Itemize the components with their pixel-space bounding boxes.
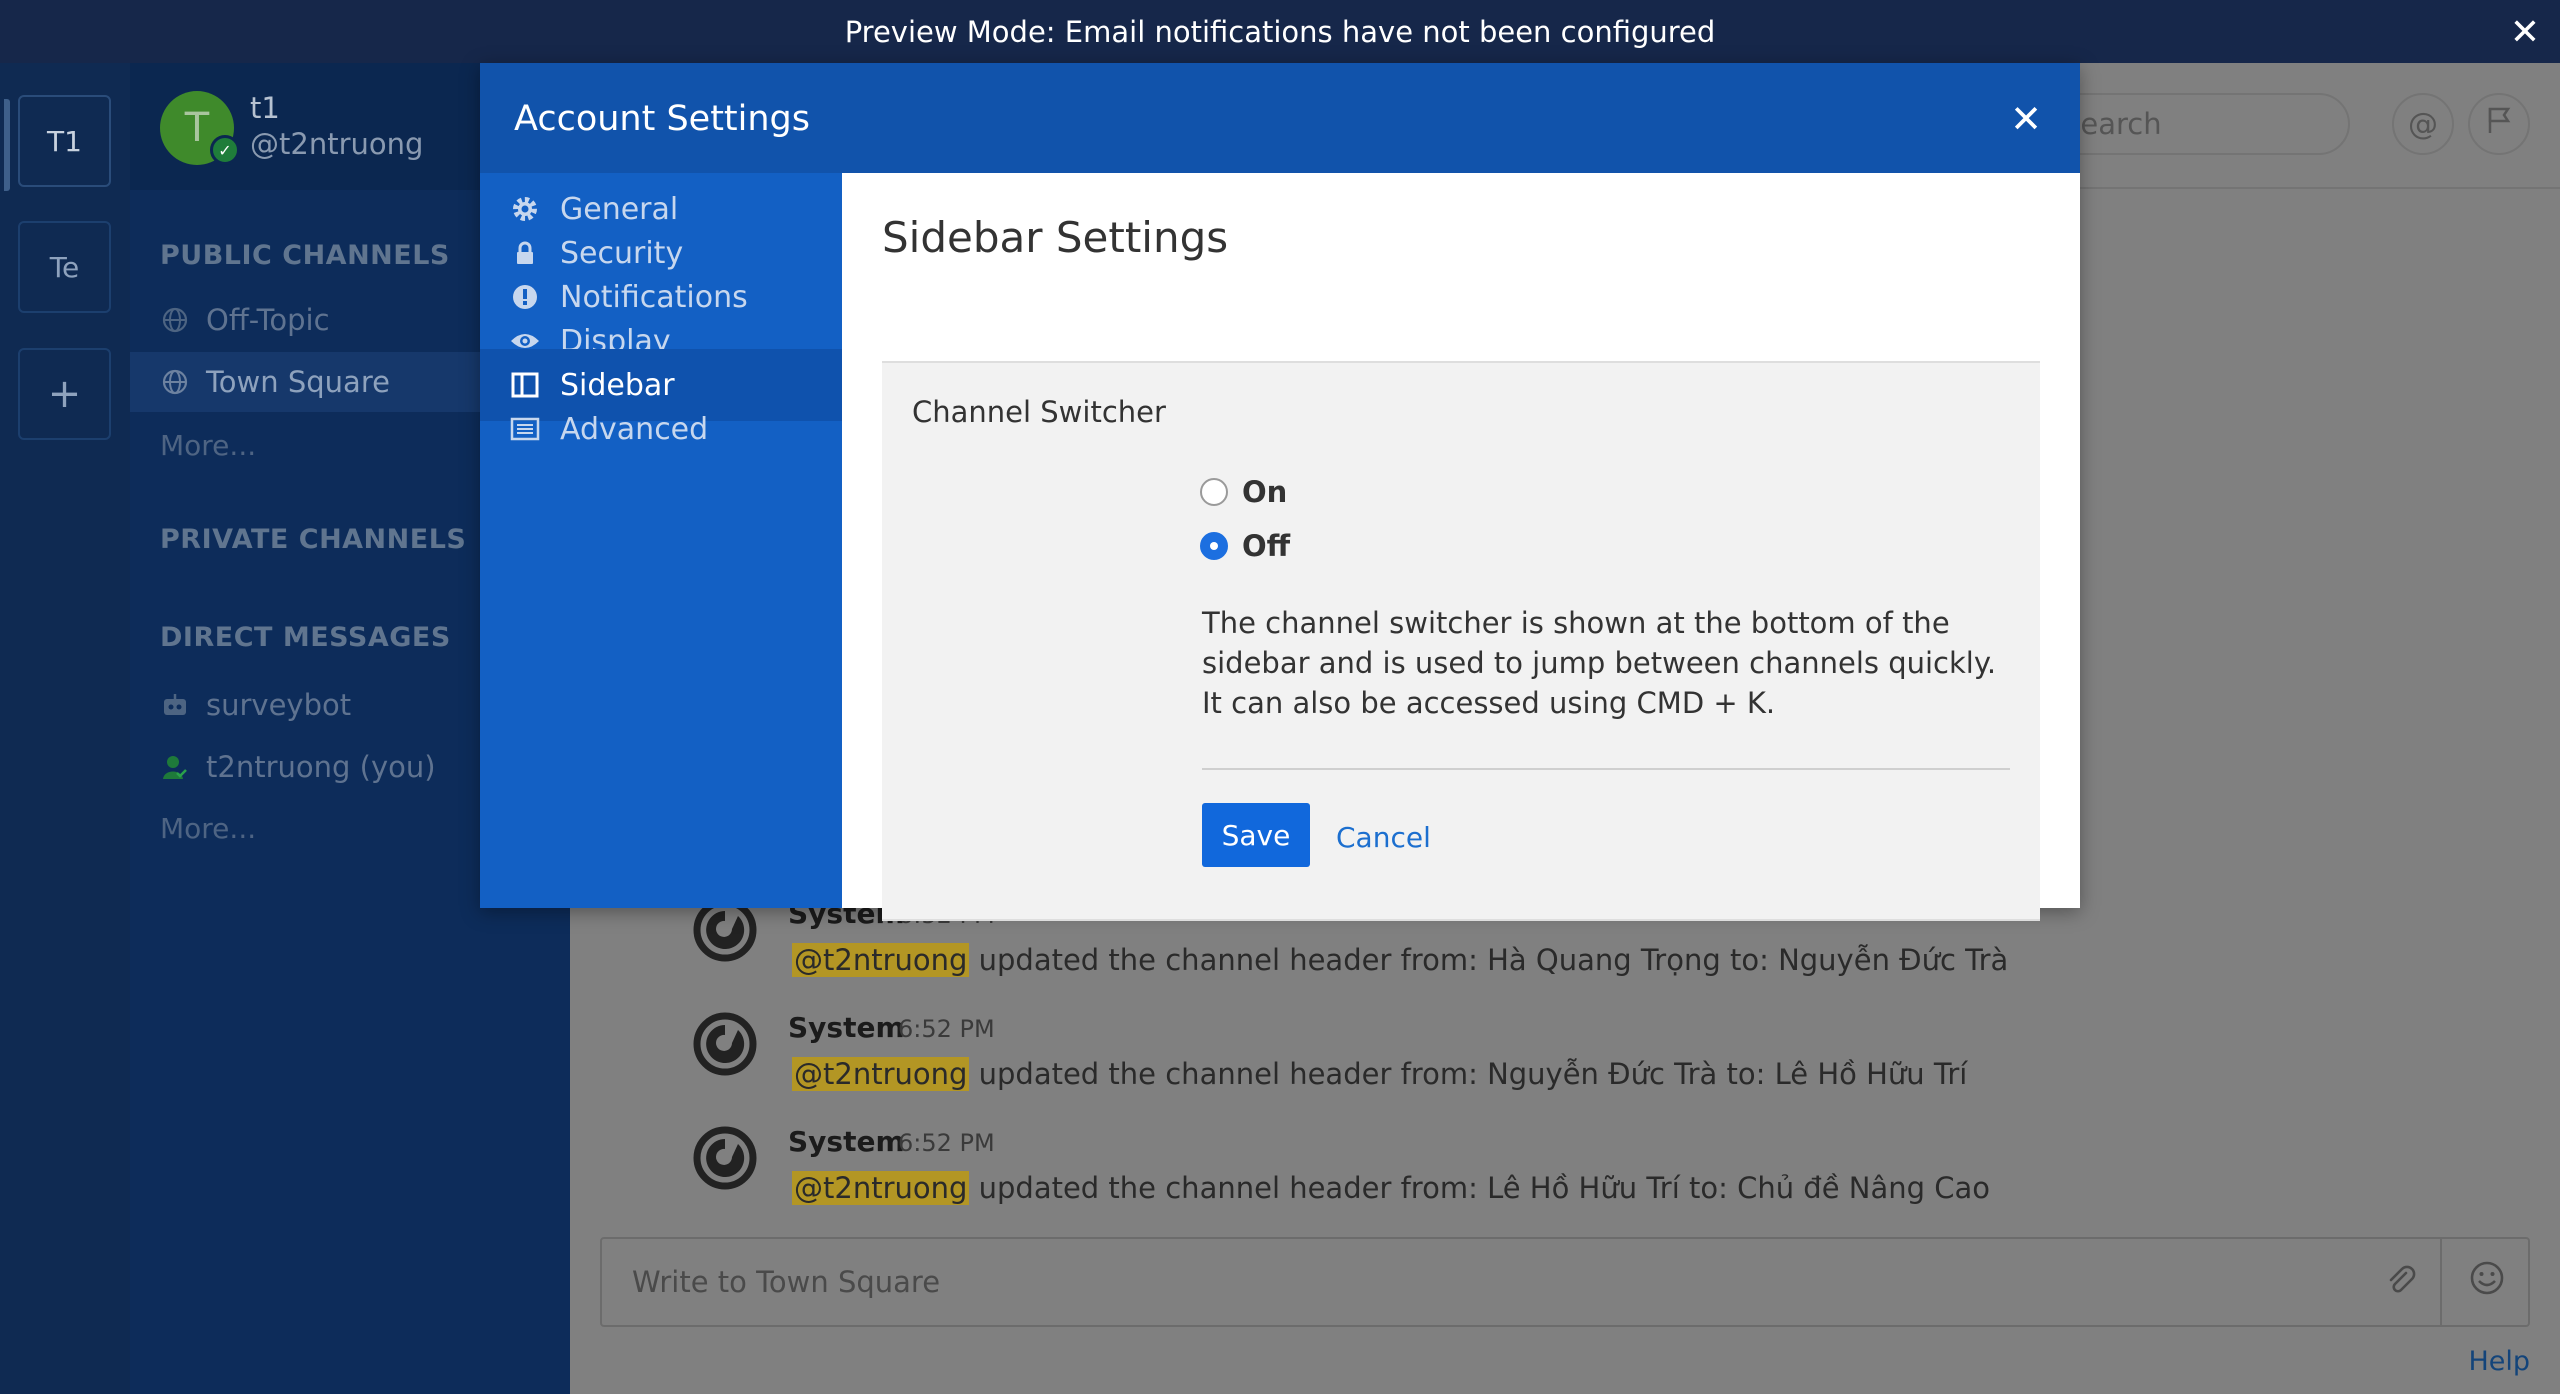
at-icon: @ bbox=[2408, 106, 2438, 142]
bot-icon bbox=[160, 690, 190, 720]
post-text: updated the channel header from: Lê Hồ H… bbox=[969, 1171, 1991, 1205]
sidebar-item-label: Town Square bbox=[206, 365, 390, 399]
online-status-icon: ✓ bbox=[210, 135, 240, 165]
flag-icon bbox=[2484, 105, 2514, 143]
post-text: updated the channel header from: Nguyễn … bbox=[969, 1057, 1968, 1091]
settings-nav: General Security Notifications Display S… bbox=[480, 173, 842, 908]
radio-unchecked-icon[interactable] bbox=[1200, 478, 1228, 506]
globe-icon bbox=[160, 305, 190, 335]
tab-advanced[interactable]: Advanced bbox=[480, 393, 842, 465]
radio-label: Off bbox=[1242, 529, 1291, 563]
radio-label: On bbox=[1242, 475, 1288, 509]
private-channels-title: PRIVATE CHANNELS bbox=[160, 524, 467, 555]
paperclip-icon[interactable] bbox=[2384, 1263, 2418, 1306]
at-mention-button[interactable]: @ bbox=[2392, 93, 2454, 155]
user-online-icon bbox=[160, 752, 190, 782]
user-handle: @t2ntruong bbox=[250, 127, 424, 161]
setting-divider bbox=[1202, 768, 2010, 770]
close-icon[interactable]: ✕ bbox=[2010, 97, 2042, 141]
radio-checked-icon[interactable] bbox=[1200, 532, 1228, 560]
cancel-button[interactable]: Cancel bbox=[1336, 821, 1431, 854]
modal-title: Account Settings bbox=[514, 99, 810, 139]
save-button[interactable]: Save bbox=[1202, 803, 1310, 867]
account-settings-modal: Account Settings ✕ General Security Noti… bbox=[480, 63, 2080, 921]
user-name: t1 bbox=[250, 91, 280, 125]
direct-messages-more-link[interactable]: More... bbox=[160, 812, 256, 845]
search-input[interactable]: Search bbox=[2050, 93, 2350, 155]
composer-placeholder: Write to Town Square bbox=[632, 1265, 941, 1299]
public-channels-title: PUBLIC CHANNELS bbox=[160, 240, 450, 271]
mention-link[interactable]: @t2ntruong bbox=[792, 1057, 970, 1091]
public-channels-more-link[interactable]: More... bbox=[160, 429, 256, 462]
sidebar-item-label: t2ntruong (you) bbox=[206, 750, 436, 784]
add-team-button[interactable]: + bbox=[18, 348, 111, 440]
composer-divider bbox=[2440, 1239, 2442, 1325]
radio-option-off[interactable]: Off bbox=[1200, 529, 1290, 563]
announcement-close-icon[interactable]: ✕ bbox=[2510, 12, 2540, 53]
post-time[interactable]: 6:52 PM bbox=[898, 1129, 995, 1157]
settings-content: Sidebar Settings Channel Switcher On Off… bbox=[842, 173, 2080, 921]
post-message: @t2ntruong updated the channel header fr… bbox=[792, 1057, 1967, 1091]
active-team-indicator bbox=[4, 99, 10, 191]
team-sidebar: T1 Te + bbox=[0, 63, 130, 1394]
announcement-bar: Preview Mode: Email notifications have n… bbox=[0, 0, 2560, 63]
mention-link[interactable]: @t2ntruong bbox=[792, 1171, 970, 1205]
radio-option-on[interactable]: On bbox=[1200, 475, 1287, 509]
post-message: @t2ntruong updated the channel header fr… bbox=[792, 1171, 1990, 1205]
setting-label: Channel Switcher bbox=[912, 395, 1166, 429]
list-icon bbox=[510, 414, 540, 444]
post: System 6:52 PM @t2ntruong updated the ch… bbox=[630, 1011, 2530, 1121]
flagged-posts-button[interactable] bbox=[2468, 93, 2530, 155]
emoji-icon[interactable] bbox=[2468, 1259, 2506, 1306]
sidebar-item-label: surveybot bbox=[206, 688, 352, 722]
globe-icon bbox=[160, 367, 190, 397]
tab-label: Advanced bbox=[560, 411, 709, 447]
post-message: @t2ntruong updated the channel header fr… bbox=[792, 943, 2008, 977]
section-title: Sidebar Settings bbox=[882, 213, 1229, 262]
setting-help-text: The channel switcher is shown at the bot… bbox=[1202, 606, 1997, 720]
announcement-text: Preview Mode: Email notifications have n… bbox=[844, 14, 1716, 49]
system-avatar-icon bbox=[692, 1011, 758, 1077]
mention-link[interactable]: @t2ntruong bbox=[792, 943, 970, 977]
help-link[interactable]: Help bbox=[2468, 1346, 2530, 1377]
channel-switcher-setting: Channel Switcher On Off The channel swit… bbox=[882, 361, 2040, 921]
post-author[interactable]: System bbox=[788, 1011, 905, 1044]
post-text: updated the channel header from: Hà Quan… bbox=[969, 943, 2009, 977]
post-author[interactable]: System bbox=[788, 1125, 905, 1158]
modal-header: Account Settings ✕ bbox=[480, 63, 2080, 173]
direct-messages-title: DIRECT MESSAGES bbox=[160, 622, 451, 653]
team-button-te[interactable]: Te bbox=[18, 221, 111, 313]
sidebar-item-label: Off-Topic bbox=[206, 303, 330, 337]
team-button-t1[interactable]: T1 bbox=[18, 95, 111, 187]
post: System 6:52 PM @t2ntruong updated the ch… bbox=[630, 1125, 2530, 1235]
system-avatar-icon bbox=[692, 1125, 758, 1191]
message-composer[interactable]: Write to Town Square bbox=[600, 1237, 2530, 1327]
post-time[interactable]: 6:52 PM bbox=[898, 1015, 995, 1043]
